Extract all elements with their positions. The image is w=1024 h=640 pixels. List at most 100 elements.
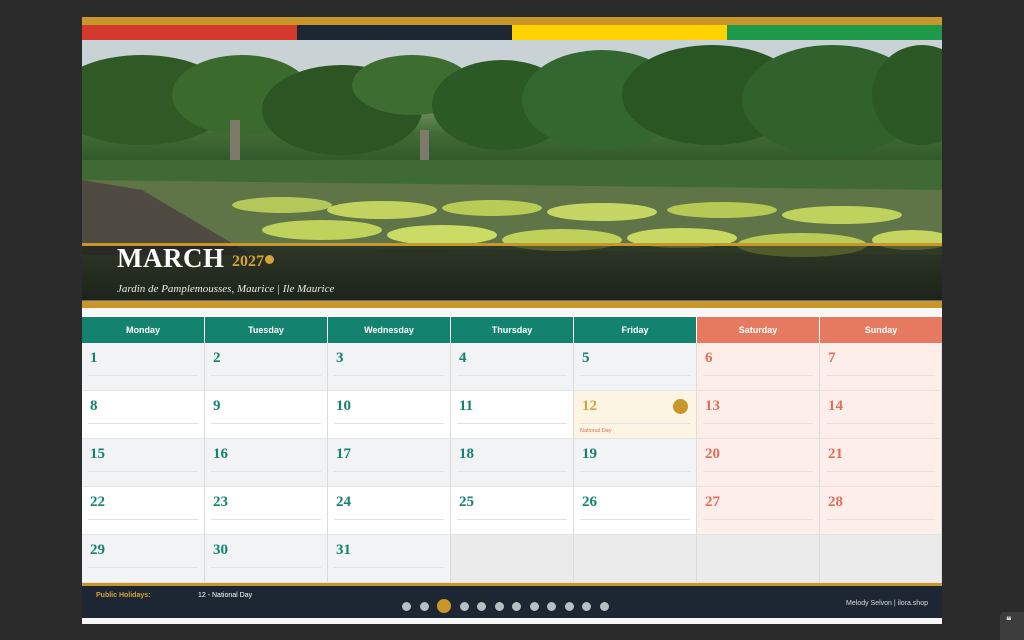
top-gold-border: [82, 17, 942, 25]
day-number: 17: [336, 446, 351, 462]
note-line: [703, 375, 813, 376]
page-dot[interactable]: [512, 601, 521, 611]
note-line: [457, 471, 567, 472]
public-holidays-list: 12 - National Day: [198, 592, 253, 599]
page-dot[interactable]: [494, 601, 504, 611]
note-line: [826, 423, 935, 424]
day-number: 14: [828, 398, 843, 414]
day-cell: [451, 535, 574, 583]
calendar-page: MARCH 2027 Jardin de Pamplemousses, Maur…: [82, 17, 942, 624]
note-line: [334, 471, 444, 472]
day-cell[interactable]: 2: [205, 343, 328, 391]
day-cell[interactable]: 14: [820, 391, 942, 439]
note-line: [88, 375, 198, 376]
day-number: 21: [828, 446, 843, 462]
day-number: 16: [213, 446, 228, 462]
day-cell[interactable]: 28: [820, 487, 942, 535]
day-number: 8: [90, 398, 98, 414]
day-cell[interactable]: 26: [574, 487, 697, 535]
note-line: [703, 471, 813, 472]
day-cell[interactable]: 11: [451, 391, 574, 439]
day-cell[interactable]: 21: [820, 439, 942, 487]
quote-icon: ❝: [1006, 616, 1012, 627]
page-pagination: [402, 599, 617, 613]
day-number: 1: [90, 350, 98, 366]
note-line: [88, 567, 198, 568]
weekday-friday: Friday: [574, 317, 697, 343]
day-number: 29: [90, 542, 105, 558]
day-cell[interactable]: 8: [82, 391, 205, 439]
note-line: [88, 471, 198, 472]
weekday-sunday: Sunday: [820, 317, 942, 343]
flag-blue-stripe: [297, 25, 512, 40]
day-cell[interactable]: 29: [82, 535, 205, 583]
day-cell[interactable]: 19: [574, 439, 697, 487]
day-cell[interactable]: 10: [328, 391, 451, 439]
note-line: [334, 375, 444, 376]
page-dot[interactable]: [599, 601, 609, 611]
day-cell[interactable]: 23: [205, 487, 328, 535]
day-number: 27: [705, 494, 720, 510]
note-line: [211, 375, 321, 376]
day-cell[interactable]: 4: [451, 343, 574, 391]
day-cell[interactable]: 9: [205, 391, 328, 439]
day-number: 12: [582, 398, 597, 414]
page-dot[interactable]: [419, 601, 429, 611]
page-dot[interactable]: [564, 601, 574, 611]
day-number: 30: [213, 542, 228, 558]
weekday-thursday: Thursday: [451, 317, 574, 343]
day-cell[interactable]: 20: [697, 439, 820, 487]
page-dot[interactable]: [547, 601, 556, 611]
day-cell[interactable]: 5: [574, 343, 697, 391]
day-number: 9: [213, 398, 221, 414]
day-number: 15: [90, 446, 105, 462]
public-holidays-label: Public Holidays:: [96, 592, 151, 599]
day-number: 28: [828, 494, 843, 510]
flag-red-stripe: [82, 25, 297, 40]
page-dot[interactable]: [582, 601, 591, 611]
corner-widget[interactable]: ❝: [1000, 612, 1024, 640]
day-number: 11: [459, 398, 474, 414]
author-credit: Melody Selvon | ilora.shop: [846, 600, 928, 607]
day-number: 7: [828, 350, 836, 366]
day-cell[interactable]: 6: [697, 343, 820, 391]
note-line: [580, 423, 690, 424]
page-dot[interactable]: [477, 601, 486, 611]
note-line: [334, 423, 444, 424]
flag-green-stripe: [727, 25, 942, 40]
holiday-marker-icon: [673, 399, 688, 414]
day-cell[interactable]: 24: [328, 487, 451, 535]
note-line: [211, 423, 321, 424]
page-dot[interactable]: [402, 601, 411, 611]
day-cell[interactable]: 30: [205, 535, 328, 583]
day-cell[interactable]: 3: [328, 343, 451, 391]
day-cell[interactable]: 7: [820, 343, 942, 391]
day-number: 18: [459, 446, 474, 462]
day-cell[interactable]: 31: [328, 535, 451, 583]
day-cell: [574, 535, 697, 583]
day-cell[interactable]: 16: [205, 439, 328, 487]
holiday-name: National Day: [580, 428, 612, 434]
day-number: 19: [582, 446, 597, 462]
day-cell[interactable]: 1: [82, 343, 205, 391]
year-label: 2027: [232, 253, 264, 270]
day-number: 13: [705, 398, 720, 414]
day-cell[interactable]: 25: [451, 487, 574, 535]
page-dot[interactable]: [459, 601, 469, 611]
page-dot[interactable]: [437, 599, 451, 613]
day-number: 4: [459, 350, 467, 366]
day-cell[interactable]: 22: [82, 487, 205, 535]
note-line: [580, 519, 690, 520]
day-cell[interactable]: 13: [697, 391, 820, 439]
note-line: [457, 519, 567, 520]
note-line: [703, 519, 813, 520]
day-cell[interactable]: 17: [328, 439, 451, 487]
note-line: [211, 471, 321, 472]
day-cell[interactable]: 18: [451, 439, 574, 487]
note-line: [88, 519, 198, 520]
day-cell[interactable]: 15: [82, 439, 205, 487]
day-cell[interactable]: 12 National Day: [574, 391, 697, 439]
page-dot[interactable]: [529, 601, 539, 611]
photo-location-caption: Jardin de Pamplemousses, Maurice | Ile M…: [117, 283, 335, 295]
day-cell[interactable]: 27: [697, 487, 820, 535]
